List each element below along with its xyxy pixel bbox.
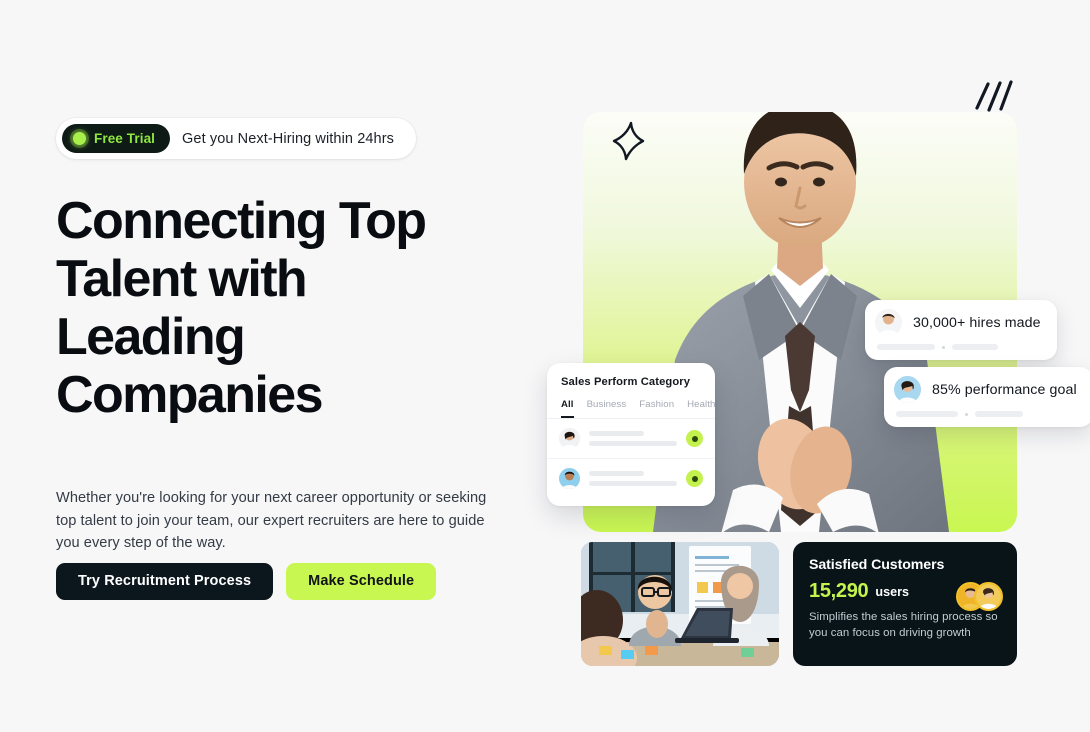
hero-left-column: Free Trial Get you Next-Hiring within 24… xyxy=(56,118,526,600)
badge-hires-avatar xyxy=(875,309,902,336)
badge-performance-avatar xyxy=(894,376,921,403)
list-item-avatar xyxy=(559,428,580,449)
sparkle-icon xyxy=(612,120,646,162)
free-trial-chip[interactable]: Free Trial xyxy=(62,124,171,153)
list-item-placeholder-lines xyxy=(589,471,677,486)
satisfied-customers-card[interactable]: Satisfied Customers 15,290 users Simplif… xyxy=(793,542,1017,666)
badge-performance-placeholder-bars xyxy=(894,411,1077,417)
free-trial-chip-label: Free Trial xyxy=(94,131,156,146)
badge-hires-row: 30,000+ hires made xyxy=(875,309,1041,336)
badge-hires-label: 30,000+ hires made xyxy=(913,314,1041,331)
try-recruitment-process-button[interactable]: Try Recruitment Process xyxy=(56,563,274,600)
badge-hires-made[interactable]: 30,000+ hires made xyxy=(865,300,1057,360)
list-item-avatar xyxy=(559,468,580,489)
badge-performance-label: 85% performance goal xyxy=(932,381,1077,398)
list-item[interactable] xyxy=(547,419,715,459)
satisfied-customers-unit: users xyxy=(875,584,909,599)
category-tab-health[interactable]: Health xyxy=(687,399,715,418)
satisfied-customers-count: 15,290 xyxy=(809,580,869,602)
status-dot-icon xyxy=(73,132,86,145)
customer-avatar-2 xyxy=(974,582,1003,611)
free-trial-banner[interactable]: Free Trial Get you Next-Hiring within 24… xyxy=(56,118,416,159)
badge-performance-row: 85% performance goal xyxy=(894,376,1077,403)
category-tabs: All Business Fashion Health xyxy=(547,388,715,419)
satisfied-customers-description: Simplifies the sales hiring process so y… xyxy=(809,611,998,640)
customer-avatar-group xyxy=(956,582,1003,611)
free-trial-message: Get you Next-Hiring within 24hrs xyxy=(182,130,394,147)
diagonal-slashes-icon xyxy=(972,78,1014,114)
category-tab-business[interactable]: Business xyxy=(587,399,627,418)
page-title: Connecting Top Talent with Leading Compa… xyxy=(56,192,427,424)
badge-hires-placeholder-bars xyxy=(875,344,1041,350)
check-circle-icon xyxy=(686,430,703,447)
satisfied-customers-title: Satisfied Customers xyxy=(809,557,945,573)
team-meeting-photo xyxy=(581,542,779,666)
check-circle-icon xyxy=(686,470,703,487)
category-card-title: Sales Perform Category xyxy=(561,376,691,388)
hero-page: Free Trial Get you Next-Hiring within 24… xyxy=(0,0,1090,732)
category-tab-all[interactable]: All xyxy=(561,399,574,418)
cta-button-group: Try Recruitment Process Make Schedule xyxy=(56,563,437,600)
list-item-placeholder-lines xyxy=(589,431,677,446)
badge-performance-goal[interactable]: 85% performance goal xyxy=(884,367,1090,427)
category-tab-fashion[interactable]: Fashion xyxy=(639,399,674,418)
list-item[interactable] xyxy=(547,459,715,498)
hero-paragraph: Whether you're looking for your next car… xyxy=(56,490,487,552)
sales-perform-category-card[interactable]: Sales Perform Category All Business Fash… xyxy=(547,363,715,506)
hero-right-column: 30,000+ hires made 85% performance goal xyxy=(540,0,1090,732)
make-schedule-button[interactable]: Make Schedule xyxy=(286,563,437,600)
